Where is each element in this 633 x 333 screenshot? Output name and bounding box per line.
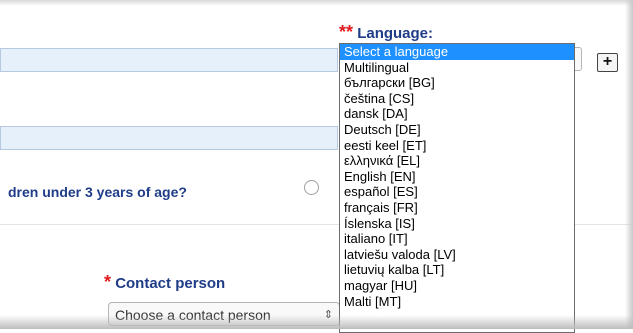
radio-option[interactable] [304, 180, 319, 195]
contact-person-label-text: Contact person [115, 275, 226, 292]
chevron-down-icon: ⇕ [323, 309, 333, 321]
language-option[interactable]: latviešu valoda [LV] [340, 247, 574, 263]
language-option[interactable]: magyar [HU] [340, 278, 574, 294]
language-option[interactable]: čeština [CS] [340, 91, 574, 107]
language-option[interactable]: italiano [IT] [340, 231, 574, 247]
children-question: dren under 3 years of age? [8, 184, 187, 200]
language-option[interactable]: български [BG] [340, 75, 574, 91]
contact-person-label: * Contact person [104, 272, 225, 293]
required-marker: * [104, 272, 112, 292]
language-option[interactable]: lietuvių kalba [LT] [340, 262, 574, 278]
language-option[interactable]: Select a language [340, 44, 574, 60]
language-option[interactable]: Malti [MT] [340, 294, 574, 310]
add-language-button[interactable]: + [597, 53, 618, 72]
language-dropdown-list[interactable]: Select a language Multilingual български… [339, 43, 575, 333]
form-panel: ** Language: ▲▼ + dren under 3 years of … [0, 0, 633, 333]
language-option[interactable]: Deutsch [DE] [340, 122, 574, 138]
language-option[interactable]: français [FR] [340, 200, 574, 216]
contact-person-placeholder: Choose a contact person [115, 307, 271, 323]
language-option[interactable]: dansk [DA] [340, 106, 574, 122]
language-option[interactable]: English [EN] [340, 169, 574, 185]
language-label: ** Language: [339, 22, 433, 43]
text-input-top[interactable] [0, 48, 338, 72]
required-marker: ** [339, 22, 354, 42]
language-option[interactable]: español [ES] [340, 184, 574, 200]
page-edge-shadow [625, 0, 633, 329]
language-option[interactable]: Íslenska [IS] [340, 216, 574, 232]
text-input-middle[interactable] [0, 126, 338, 150]
language-option[interactable]: eesti keel [ET] [340, 138, 574, 154]
language-label-text: Language: [357, 25, 434, 42]
contact-person-select[interactable]: Choose a contact person ⇕ [108, 302, 340, 326]
language-option[interactable]: Multilingual [340, 60, 574, 76]
language-option[interactable]: ελληνικά [EL] [340, 153, 574, 169]
